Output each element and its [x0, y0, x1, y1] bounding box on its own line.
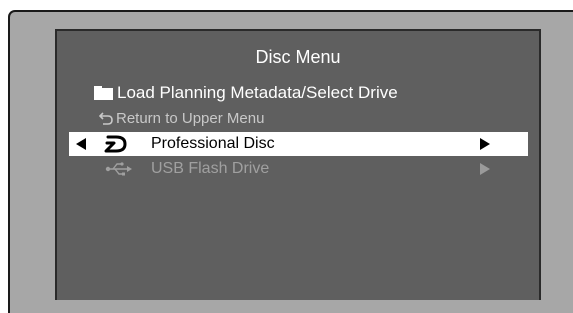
- right-arrow-icon[interactable]: [480, 138, 490, 150]
- return-to-upper-menu-item[interactable]: Return to Upper Menu: [99, 108, 264, 128]
- professional-disc-icon: [104, 135, 127, 153]
- folder-icon: [94, 86, 113, 100]
- left-arrow-icon[interactable]: [76, 138, 86, 150]
- menu-item-professional-disc-label: Professional Disc: [151, 135, 275, 152]
- usb-icon: [105, 162, 132, 176]
- return-arrow-icon: [99, 112, 113, 125]
- menu-item-usb-flash-drive-label: USB Flash Drive: [151, 160, 270, 177]
- return-to-upper-menu-label: Return to Upper Menu: [116, 109, 265, 127]
- menu-subtitle: Load Planning Metadata/Select Drive: [94, 82, 398, 104]
- menu-title: Disc Menu: [255, 47, 341, 67]
- menu-subtitle-label: Load Planning Metadata/Select Drive: [117, 83, 398, 102]
- right-arrow-icon[interactable]: [480, 163, 490, 175]
- menu-item-usb-flash-drive[interactable]: USB Flash Drive: [69, 158, 528, 180]
- menu-item-professional-disc[interactable]: Professional Disc: [69, 132, 528, 156]
- disc-menu-screen: Disc Menu Load Planning Metadata/Select …: [55, 29, 541, 300]
